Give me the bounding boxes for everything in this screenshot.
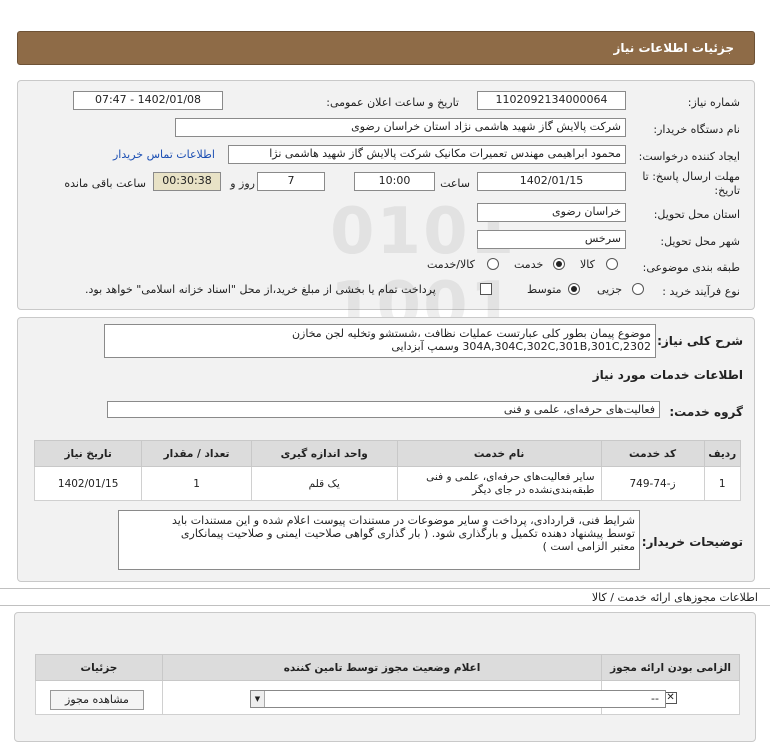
services-section-title: اطلاعات خدمات مورد نیاز [592, 368, 743, 382]
page-title: جزئیات اطلاعات نیاز [613, 41, 734, 55]
deadline-label-date: تاریخ: [714, 184, 740, 197]
buyer-notes-field: شرایط فنی، قراردادی، پرداخت و سایر موضوع… [118, 510, 640, 570]
permit-status-select[interactable]: ▼ -- [250, 690, 666, 708]
view-permit-button[interactable]: مشاهده مجوز [50, 690, 144, 710]
col-row: ردیف [703, 440, 742, 467]
col-date: تاریخ نیاز [33, 440, 143, 467]
cell-code: ز-74-749 [600, 466, 705, 501]
col-name: نام خدمت [396, 440, 602, 467]
cell-unit: یک قلم [250, 466, 398, 501]
remaining-label: ساعت باقی مانده [64, 177, 146, 190]
category-option-service: خدمت [514, 258, 544, 271]
creator-field: محمود ابراهیمی مهندس تعمیرات مکانیک شرکت… [228, 145, 626, 164]
buyer-notes-line-1: شرایط فنی، قراردادی، پرداخت و سایر موضوع… [171, 514, 635, 527]
deadline-time-label: ساعت [440, 177, 470, 190]
buyer-field: شرکت پالایش گاز شهید هاشمی نژاد استان خر… [175, 118, 626, 137]
buyer-notes-line-3: معتبر الزامی است ) [542, 540, 635, 553]
permit-status-value: -- [651, 692, 659, 705]
city-label: شهر محل تحویل: [660, 235, 740, 248]
col-permit-status: اعلام وضعیت مجوز توسط تامین کننده [161, 654, 603, 681]
permits-table-header: الزامی بودن ارائه مجوز اعلام وضعیت مجوز … [35, 654, 740, 681]
divider [0, 605, 770, 606]
deadline-label: مهلت ارسال پاسخ: تا [642, 170, 740, 183]
process-label: نوع فرآیند خرید : [662, 285, 740, 298]
category-radio-goods[interactable] [606, 258, 618, 270]
process-option-medium: متوسط [527, 283, 562, 296]
col-permit-details: جزئیات [35, 654, 163, 681]
treasury-checkbox[interactable] [480, 283, 492, 295]
creator-label: ایجاد کننده درخواست: [638, 150, 740, 163]
service-group-field: فعالیت‌های حرفه‌ای، علمی و فنی [107, 401, 660, 418]
checkbox-icon: ✕ [664, 692, 677, 704]
summary-field: موضوع پیمان بطور کلی عبارتست عملیات نظاف… [104, 324, 656, 358]
need-number-label: شماره نیاز: [687, 96, 740, 109]
process-option-minor: جزیی [597, 283, 623, 296]
category-radio-service[interactable] [553, 258, 565, 270]
page-header: جزئیات اطلاعات نیاز [17, 31, 755, 65]
cell-name: سایر فعالیت‌های حرفه‌ای، علمی و فنی طبقه… [396, 466, 602, 501]
divider [0, 588, 770, 589]
deadline-date-field: 1402/01/15 [477, 172, 626, 191]
remaining-time-field: 00:30:38 [153, 172, 221, 191]
province-label: استان محل تحویل: [653, 208, 740, 221]
province-field: خراسان رضوی [477, 203, 626, 222]
col-permit-required: الزامی بودن ارائه مجوز [601, 654, 740, 681]
services-table: ردیف کد خدمت نام خدمت واحد اندازه گیری ت… [33, 440, 742, 501]
need-info-panel [17, 80, 755, 310]
category-radio-goods-service[interactable] [487, 258, 499, 270]
city-field: سرخس [477, 230, 626, 249]
summary-line-2: 304A,304C,302C,301B,301C,2302 وسمپ آبزدا… [391, 340, 651, 353]
category-option-goods-service: کالا/خدمت [427, 258, 475, 271]
process-radio-medium[interactable] [568, 283, 580, 295]
days-field: 7 [257, 172, 325, 191]
announce-label: تاریخ و ساعت اعلان عمومی: [326, 96, 459, 109]
summary-line-1: موضوع پیمان بطور کلی عبارتست عملیات نظاف… [291, 327, 651, 340]
days-label: روز و [230, 177, 255, 190]
buyer-label: نام دستگاه خریدار: [653, 123, 740, 136]
process-radio-minor[interactable] [632, 283, 644, 295]
treasury-text: پرداخت تمام یا بخشی از مبلغ خرید،از محل … [85, 283, 436, 296]
services-table-header: ردیف کد خدمت نام خدمت واحد اندازه گیری ت… [33, 440, 742, 467]
summary-label: شرح کلی نیاز: [657, 334, 743, 348]
category-label: طبقه بندی موضوعی: [642, 261, 740, 274]
cell-row: 1 [703, 466, 742, 501]
buyer-notes-label: توضیحات خریدار: [641, 535, 743, 549]
table-row: 1 ز-74-749 سایر فعالیت‌های حرفه‌ای، علمی… [33, 466, 742, 501]
cell-date: 1402/01/15 [33, 466, 143, 501]
permits-title: اطلاعات مجوزهای ارائه خدمت / کالا [591, 591, 758, 604]
need-number-field: 1102092134000064 [477, 91, 626, 110]
col-code: کد خدمت [600, 440, 705, 467]
cell-qty: 1 [141, 466, 252, 501]
buyer-notes-line-2: توسط پیشنهاد دهنده تکمیل و بارگذاری شود.… [180, 527, 635, 540]
category-option-goods: کالا [580, 258, 595, 271]
col-unit: واحد اندازه گیری [250, 440, 398, 467]
service-group-label: گروه خدمت: [669, 405, 743, 419]
buyer-contact-link[interactable]: اطلاعات تماس خریدار [113, 148, 215, 161]
deadline-time-field: 10:00 [354, 172, 435, 191]
col-qty: تعداد / مقدار [141, 440, 252, 467]
chevron-down-icon: ▼ [251, 691, 265, 707]
announce-field: 1402/01/08 - 07:47 [73, 91, 223, 110]
